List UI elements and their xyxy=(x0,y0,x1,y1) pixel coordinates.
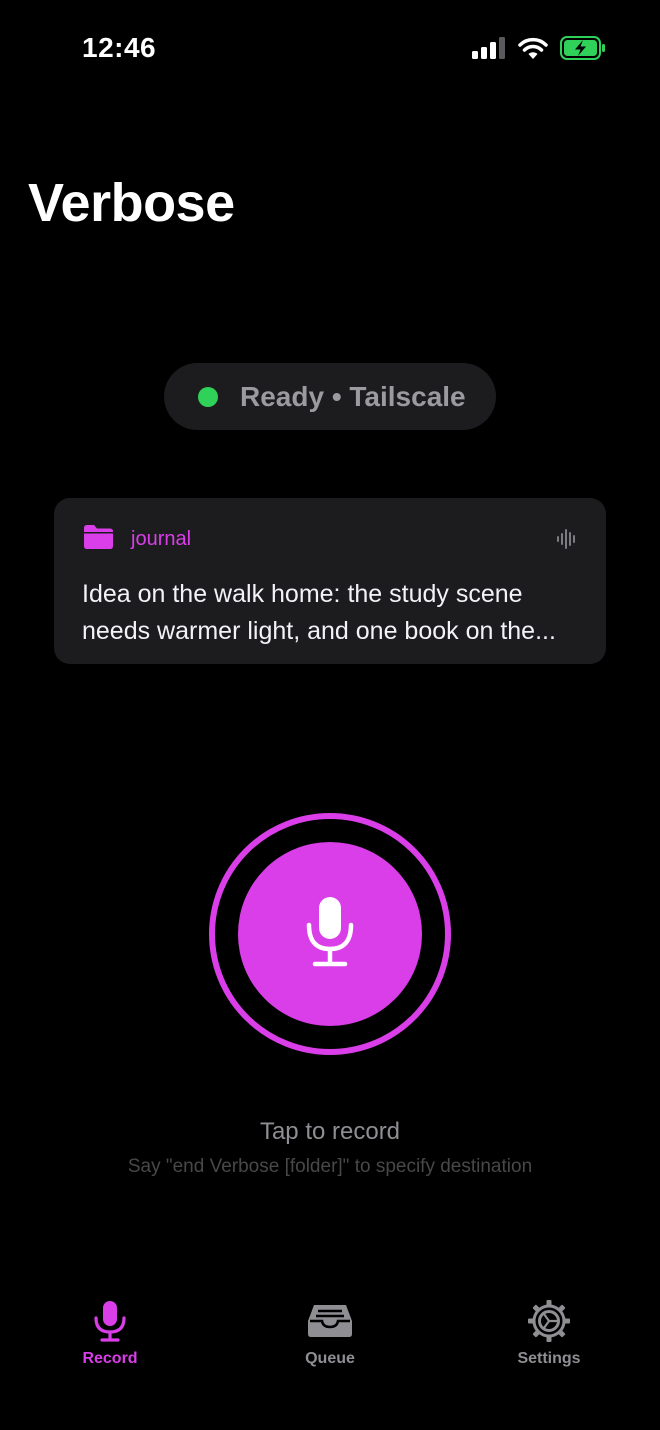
recording-transcript-preview: Idea on the walk home: the study scene n… xyxy=(82,576,592,650)
card-header: journal xyxy=(82,524,578,554)
status-icons xyxy=(472,36,606,60)
connection-status-pill: Ready • Tailscale xyxy=(164,363,496,430)
wifi-icon xyxy=(518,37,548,59)
tab-settings-label: Settings xyxy=(517,1350,581,1367)
cellular-signal-icon xyxy=(472,37,506,59)
tray-icon xyxy=(306,1298,354,1344)
status-time: 12:46 xyxy=(82,32,157,63)
tab-settings[interactable]: Settings xyxy=(479,1290,619,1380)
status-dot xyxy=(198,386,218,407)
status-bar: 12:46 xyxy=(0,0,660,100)
record-button[interactable] xyxy=(238,842,422,1026)
record-subhint: Say "end Verbose [folder]" to specify de… xyxy=(127,1156,533,1177)
microphone-icon xyxy=(304,895,356,974)
page-title: Verbose xyxy=(28,173,235,233)
tab-queue-label: Queue xyxy=(305,1350,355,1367)
microphone-icon xyxy=(93,1298,127,1344)
tab-queue[interactable]: Queue xyxy=(260,1290,400,1380)
waveform-icon xyxy=(556,528,578,555)
recent-recording-card[interactable]: journal Idea on the walk home: the study… xyxy=(54,498,606,664)
transcript-line-1: Idea on the walk home: the study scene xyxy=(82,580,523,608)
folder-icon xyxy=(82,524,115,555)
tab-record[interactable]: Record xyxy=(40,1290,180,1380)
gear-icon xyxy=(527,1298,571,1344)
tab-bar: Record Queue Settings xyxy=(0,1290,660,1390)
transcript-line-2: needs warmer light, and one book on the.… xyxy=(82,617,556,645)
record-hint: Tap to record xyxy=(259,1118,401,1145)
battery-charging-icon xyxy=(560,36,606,60)
folder-name: journal xyxy=(131,527,192,550)
tab-record-label: Record xyxy=(82,1350,138,1367)
connection-status-text: Ready • Tailscale xyxy=(240,380,466,412)
